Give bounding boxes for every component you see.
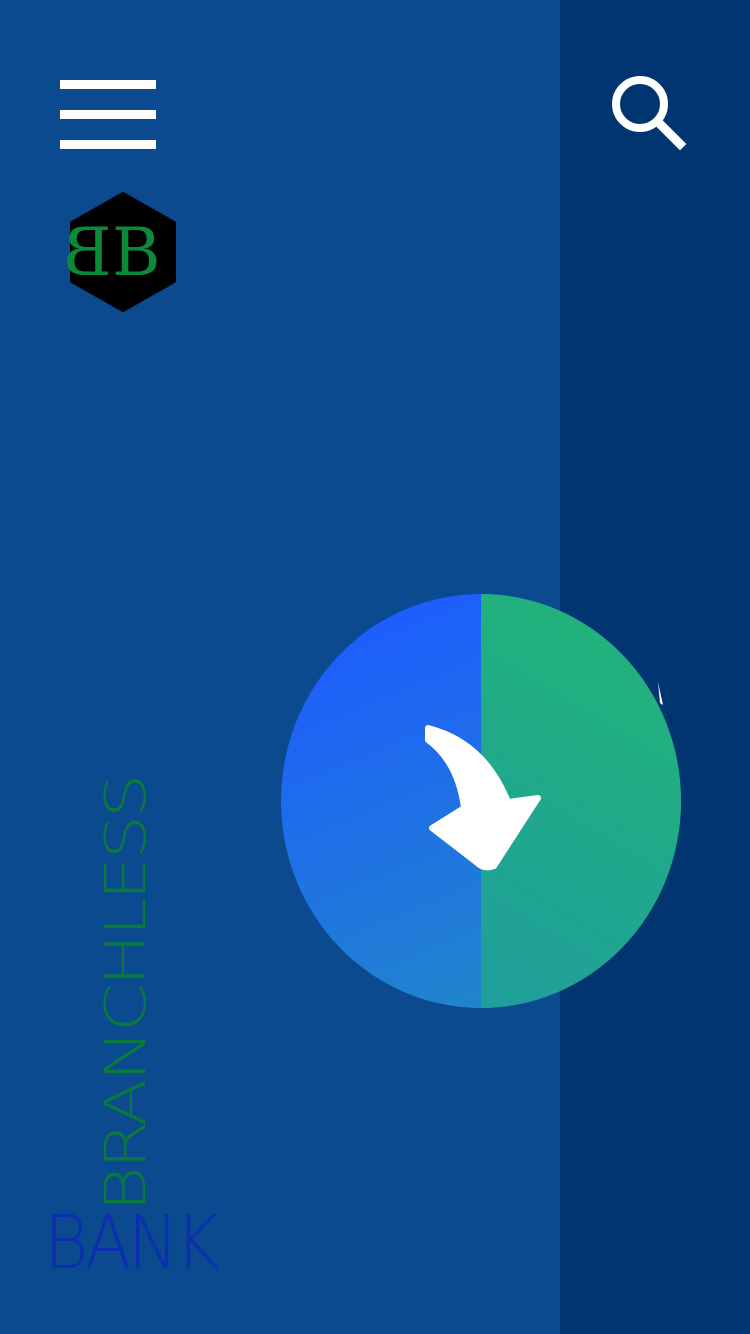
brand-name-bank: BANK <box>44 1200 220 1286</box>
app-logo: BB <box>68 192 178 312</box>
dial-graphic <box>281 594 681 1008</box>
app-screen: BB BRANCHLESS BANK <box>0 0 750 1334</box>
logo-letter-mirrored: B <box>85 213 112 291</box>
dial-edge-mark <box>658 682 663 705</box>
logo-letter: B <box>112 213 160 291</box>
menu-bar-middle <box>60 110 156 119</box>
search-icon <box>612 76 687 151</box>
logo-letters: BB <box>68 192 178 312</box>
search-button[interactable] <box>608 72 688 152</box>
menu-button[interactable] <box>60 80 156 150</box>
menu-bar-bottom <box>60 140 156 149</box>
brand-name-vertical: BRANCHLESS <box>93 776 159 1213</box>
transfer-dial[interactable] <box>280 592 682 1010</box>
hamburger-menu-icon <box>60 80 156 89</box>
